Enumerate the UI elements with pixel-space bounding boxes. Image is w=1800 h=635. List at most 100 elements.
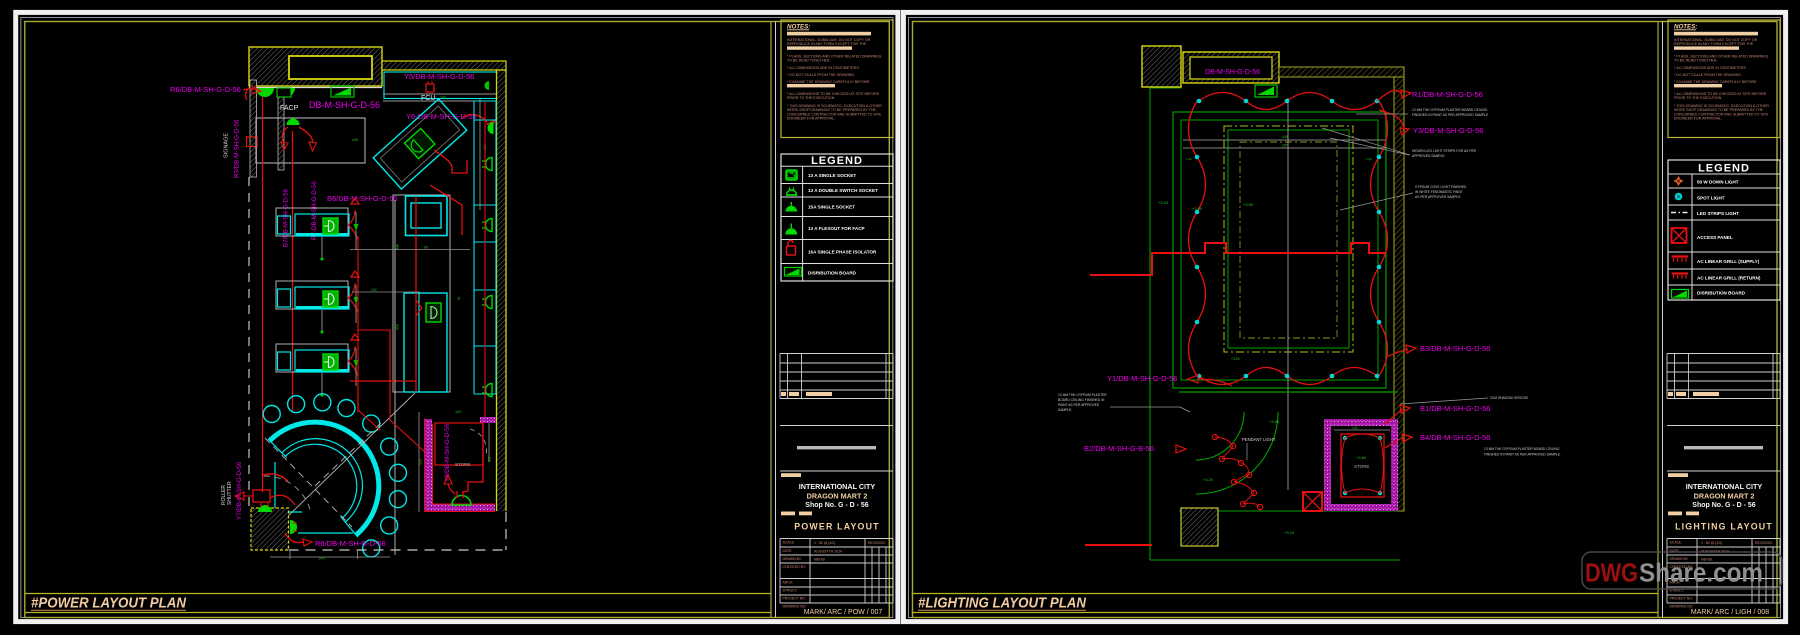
svg-text:HIDDEN LED LIGHT STRIPS FOR AS: HIDDEN LED LIGHT STRIPS FOR AS PER	[1412, 149, 1477, 153]
svg-text:120: 120	[455, 410, 461, 414]
svg-text:ENGINEER FOR APPROVAL.: ENGINEER FOR APPROVAL.	[787, 117, 835, 121]
svg-text:R3/DB-M-SH-G-D-56: R3/DB-M-SH-G-D-56	[234, 119, 241, 178]
svg-text:+3.20: +3.20	[1158, 200, 1169, 205]
svg-text:LIGHTING LAYOUT: LIGHTING LAYOUT	[1675, 522, 1773, 532]
svg-text:16A SINGLE PHASE ISOLATOR: 16A SINGLE PHASE ISOLATOR	[808, 250, 877, 255]
svg-text:B2/DB-M-SH-G-B-56: B2/DB-M-SH-G-B-56	[1084, 444, 1154, 453]
svg-text:DATE.: DATE.	[783, 549, 793, 553]
svg-text:303: 303	[419, 459, 423, 465]
svg-text:AC LINEAR GRILL (RETURN): AC LINEAR GRILL (RETURN)	[1697, 276, 1761, 281]
svg-text:AUGUSTTH 2014.: AUGUSTTH 2014.	[814, 549, 843, 553]
svg-text:120: 120	[371, 288, 377, 292]
svg-text:+3.80: +3.80	[1243, 202, 1254, 207]
svg-text:91: 91	[457, 296, 461, 300]
svg-text:+3.80: +3.80	[1231, 357, 1240, 361]
svg-text:B3/DB-M-SH-G-D-56: B3/DB-M-SH-G-D-56	[1420, 344, 1490, 353]
svg-text:Share.com: Share.com	[1639, 560, 1763, 588]
svg-text:IN WHITE FENOMASTIC PAINT: IN WHITE FENOMASTIC PAINT	[1415, 190, 1463, 194]
svg-text:+3.80: +3.80	[1356, 455, 1367, 460]
svg-text:FINISHED IN PAINT AS PER APPRO: FINISHED IN PAINT AS PER APPROVED SAMPLE…	[1412, 113, 1489, 117]
svg-text:INTERNATIONAL CITY: INTERNATIONAL CITY	[1686, 482, 1763, 491]
svg-text:Y3/DB-M-SH-G-D-56: Y3/DB-M-SH-G-D-56	[1413, 126, 1483, 135]
svg-text:LEGEND: LEGEND	[811, 155, 863, 167]
svg-text:DB-M-SH-G-D-56: DB-M-SH-G-D-56	[1205, 67, 1260, 76]
svg-text:AS PER APPROVED SAMPLE.: AS PER APPROVED SAMPLE.	[1415, 195, 1461, 199]
svg-text:MEHDI: MEHDI	[814, 557, 825, 561]
svg-text:1 : 50 @ (A3).: 1 : 50 @ (A3).	[1701, 541, 1723, 545]
svg-text:SCALE.: SCALE.	[783, 541, 795, 545]
svg-text:287: 287	[1282, 144, 1288, 148]
svg-text:DRAGON MART 2: DRAGON MART 2	[1694, 492, 1755, 501]
svg-text:* DO NOT SCALE FROM THE DRAWIN: * DO NOT SCALE FROM THE DRAWING.	[1674, 73, 1742, 77]
svg-text:LEGEND: LEGEND	[1698, 163, 1750, 175]
svg-text:REVISION.: REVISION.	[868, 541, 886, 545]
svg-text:12 MM THK GYPSUM PLASTER: 12 MM THK GYPSUM PLASTER	[1058, 393, 1107, 397]
svg-text:120: 120	[1352, 426, 1358, 430]
svg-text:R1/DB-M-SH-G-D-56: R1/DB-M-SH-G-D-56	[1412, 90, 1483, 99]
svg-text:POWER LAYOUT: POWER LAYOUT	[794, 522, 879, 532]
svg-text:INTERNATIONAL CITY: INTERNATIONAL CITY	[799, 482, 876, 491]
svg-text:B1/DB-M-SH-G-D-56: B1/DB-M-SH-G-D-56	[1420, 404, 1490, 413]
svg-text:R6/DB-M-SH-G-D-56: R6/DB-M-SH-G-D-56	[170, 85, 241, 94]
svg-text:1.20: 1.20	[1366, 157, 1372, 161]
svg-text:140: 140	[318, 556, 325, 561]
svg-text:13 A DOUBLE SWITCH SOCKET: 13 A DOUBLE SWITCH SOCKET	[808, 188, 878, 193]
svg-text:ARCH.: ARCH.	[783, 581, 794, 585]
svg-text:#LIGHTING LAYOUT PLAN: #LIGHTING LAYOUT PLAN	[918, 596, 1086, 612]
svg-text:* EXAMINE THE DRAWING CAREFULL: * EXAMINE THE DRAWING CAREFULLY BEFORE	[1674, 80, 1757, 84]
svg-text:STORE: STORE	[455, 462, 470, 467]
svg-text:* DO NOT SCALE FROM THE DRAWIN: * DO NOT SCALE FROM THE DRAWING.	[787, 73, 855, 77]
svg-text:* EXAMINE THE DRAWING CAREFULL: * EXAMINE THE DRAWING CAREFULLY BEFORE	[787, 80, 870, 84]
svg-text:448: 448	[352, 138, 358, 142]
svg-text:BOARD CEILING FINISHED IN: BOARD CEILING FINISHED IN	[1058, 398, 1105, 402]
svg-text:60: 60	[424, 246, 428, 250]
svg-text:+3.60: +3.60	[1192, 206, 1203, 211]
svg-text:GYPSUM COVE LIGHT FINISHED: GYPSUM COVE LIGHT FINISHED	[1415, 185, 1467, 189]
svg-text:PROJECT NO.: PROJECT NO.	[783, 597, 806, 601]
svg-text:DISRIBUTION BOARD: DISRIBUTION BOARD	[808, 271, 857, 276]
svg-text:Y1/DB-M-SH-G-D-56: Y1/DB-M-SH-G-D-56	[1107, 374, 1177, 383]
svg-text:B4/DB-M-SH-G-D-56: B4/DB-M-SH-G-D-56	[1420, 433, 1490, 442]
svg-text:PAINT AS PER APPROVED: PAINT AS PER APPROVED	[1058, 403, 1100, 407]
svg-text:R7-DB-M-SH-G-D-56: R7-DB-M-SH-G-D-56	[311, 181, 318, 240]
svg-text:Y7/DB-M-SH-G-D-56: Y7/DB-M-SH-G-D-56	[236, 461, 243, 520]
svg-text:ENGINEER FOR APPROVAL.: ENGINEER FOR APPROVAL.	[1674, 117, 1722, 121]
svg-text:1 : 50 @ (A3).: 1 : 50 @ (A3).	[814, 541, 836, 545]
svg-text:PROJECT NO.: PROJECT NO.	[1670, 597, 1693, 601]
svg-text:#POWER LAYOUT PLAN: #POWER LAYOUT PLAN	[31, 596, 186, 612]
svg-text:REVISION.: REVISION.	[1755, 541, 1773, 545]
svg-text:B6/DB-M-SH-G-D-56: B6/DB-M-SH-G-D-56	[327, 194, 397, 203]
svg-text:+3.20: +3.20	[1284, 530, 1295, 535]
svg-text:LED STRIPS LIGHT: LED STRIPS LIGHT	[1697, 211, 1739, 216]
svg-text:DRAWN BY.: DRAWN BY.	[783, 557, 802, 561]
svg-text:PRIOR TO THE EXECUTION.: PRIOR TO THE EXECUTION.	[787, 96, 835, 100]
svg-text:448: 448	[396, 244, 400, 250]
svg-text:Shop No. G - D - 56: Shop No. G - D - 56	[1692, 502, 1755, 509]
svg-text:REPRODUCE IN ANY FORM EXCEPT F: REPRODUCE IN ANY FORM EXCEPT FOR THE	[787, 42, 867, 46]
svg-text:SHUTTER: SHUTTER	[227, 481, 233, 505]
svg-text:R6/DB-M-SH-G-D-56: R6/DB-M-SH-G-D-56	[315, 539, 386, 548]
svg-text:TO BE READ TOGETHER.: TO BE READ TOGETHER.	[1674, 59, 1718, 63]
svg-text:PENDANT LIGHT: PENDANT LIGHT	[1242, 437, 1276, 442]
svg-text:DRAWING NO.: DRAWING NO.	[1670, 605, 1694, 609]
svg-text:15A SINGLE SOCKET: 15A SINGLE SOCKET	[808, 205, 855, 210]
svg-text:APPROVED SAMPLE.: APPROVED SAMPLE.	[1412, 154, 1446, 158]
svg-text:B7/DB-M-SH-G-D-56: B7/DB-M-SH-G-D-56	[283, 188, 290, 247]
svg-text:50 W DOWN LIGHT: 50 W DOWN LIGHT	[1697, 180, 1739, 185]
svg-text:+3.80: +3.80	[1269, 419, 1280, 424]
svg-text:Y5/DB-M-SH-G-D-56: Y5/DB-M-SH-G-D-56	[404, 72, 474, 81]
svg-text:+3.20: +3.20	[1203, 477, 1214, 482]
svg-text:PRIOR TO THE EXECUTION.: PRIOR TO THE EXECUTION.	[1674, 96, 1722, 100]
svg-text:SCALE.: SCALE.	[1670, 541, 1682, 545]
svg-text:SIGNAGE: SIGNAGE	[224, 133, 230, 158]
svg-text:13 A SINGLE SOCKET: 13 A SINGLE SOCKET	[808, 173, 856, 178]
svg-text:STRUCT.: STRUCT.	[783, 589, 798, 593]
svg-text:13 A FLEXOUT FOR FACP: 13 A FLEXOUT FOR FACP	[808, 226, 865, 231]
svg-text:2CM SHADOW GROOVE: 2CM SHADOW GROOVE	[1490, 396, 1529, 400]
svg-text:1.20: 1.20	[1186, 157, 1192, 161]
svg-text:SAMPLE.: SAMPLE.	[1058, 408, 1072, 412]
svg-text:MARK/ ARC / LIGH / 008: MARK/ ARC / LIGH / 008	[1691, 609, 1769, 616]
svg-text:ACCESS PANEL: ACCESS PANEL	[1697, 235, 1733, 240]
svg-text:240: 240	[440, 96, 446, 100]
svg-text:STORE: STORE	[1354, 464, 1369, 469]
